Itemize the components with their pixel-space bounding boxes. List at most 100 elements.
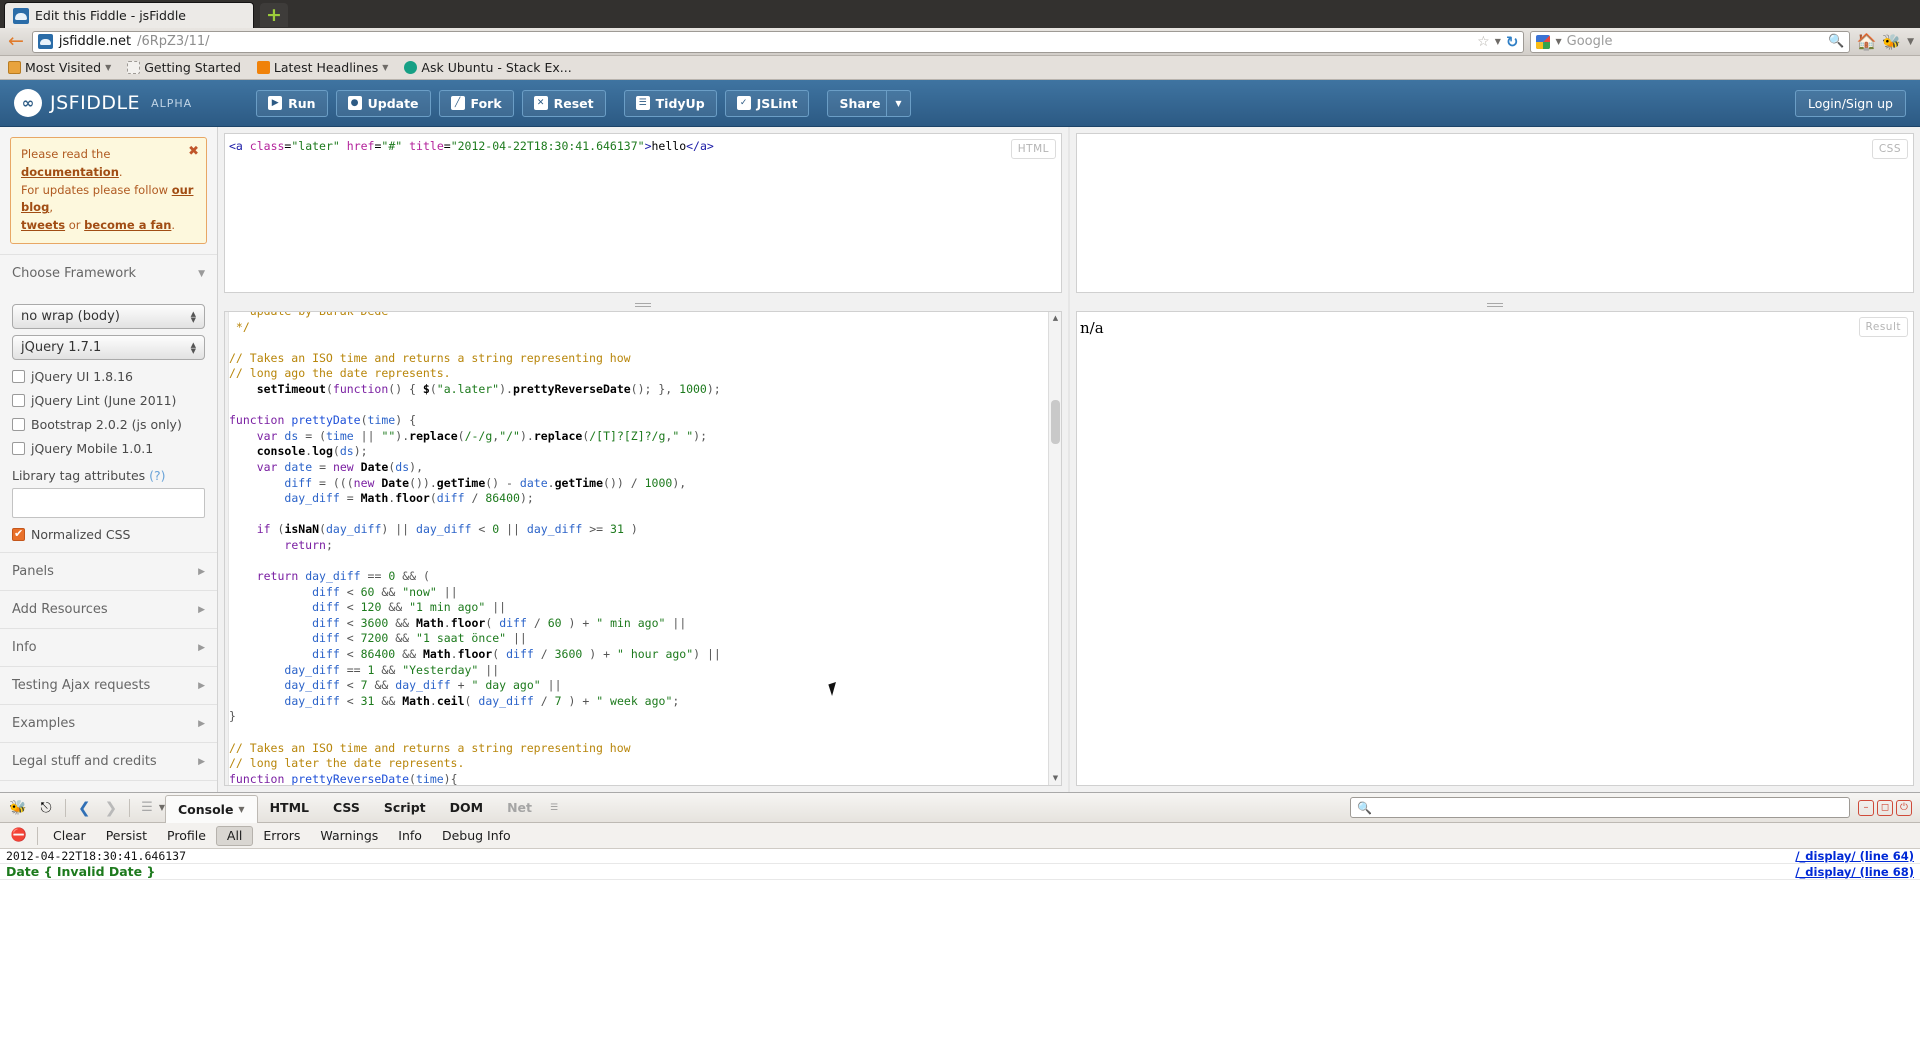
scroll-up-icon[interactable]: ▲ [1049, 312, 1061, 325]
css-code[interactable] [1077, 134, 1913, 139]
tab-net[interactable]: Net [495, 795, 544, 821]
back-arrow-icon[interactable]: ← [6, 32, 26, 51]
javascript-editor-pane[interactable]: * update by Burak Dede */ // Takes an IS… [224, 311, 1062, 786]
help-icon[interactable]: (?) [149, 468, 165, 483]
login-signup-button[interactable]: Login/Sign up [1794, 89, 1906, 117]
url-bar[interactable]: jsfiddle.net /6RpZ3/11/ ☆ ▼ ↻ [31, 30, 1525, 53]
console-filter-info[interactable]: Info [388, 826, 432, 846]
bookmark-most-visited[interactable]: Most Visited ▼ [8, 60, 111, 75]
documentation-link[interactable]: documentation [21, 165, 119, 179]
html-editor-pane[interactable]: HTML <a class="later" href="#" title="20… [224, 133, 1062, 293]
console-log-row[interactable]: 2012-04-22T18:30:41.646137 /_display/ (l… [0, 849, 1920, 864]
log-source-link[interactable]: /_display/ (line 64) [1795, 849, 1914, 863]
javascript-code[interactable]: * update by Burak Dede */ // Takes an IS… [225, 312, 1061, 785]
new-tab-button[interactable]: + [260, 3, 288, 27]
html-code[interactable]: <a class="later" href="#" title="2012-04… [225, 134, 1061, 155]
reload-icon[interactable]: ↻ [1506, 33, 1519, 51]
checkbox-jquery-mobile[interactable]: jQuery Mobile 1.0.1 [12, 441, 205, 456]
back-arrow-icon[interactable]: ❮ [71, 799, 98, 817]
css-editor-pane[interactable]: CSS [1076, 133, 1914, 293]
power-icon[interactable]: ⏻ [1896, 799, 1912, 816]
minimize-icon[interactable]: – [1858, 799, 1874, 816]
break-on-error-icon[interactable]: ⛔ [6, 828, 32, 843]
forward-arrow-icon[interactable]: ❯ [98, 799, 125, 817]
run-button[interactable]: ▶ Run [256, 89, 328, 117]
firebug-toolbar: 🐝 ⎋ ❮ ❯ ☰ ▼ Console ▼ HTML CSS Script DO… [0, 793, 1920, 823]
resize-grip-icon[interactable]: ☰ [550, 803, 558, 812]
browser-tab[interactable]: Edit this Fiddle - jsFiddle [4, 2, 254, 28]
console-filter-debug-info[interactable]: Debug Info [432, 826, 521, 846]
console-profile-button[interactable]: Profile [157, 826, 216, 846]
url-host: jsfiddle.net [58, 34, 132, 49]
checkbox-normalized-css[interactable]: Normalized CSS [12, 527, 205, 542]
checkbox-icon[interactable] [12, 418, 25, 432]
close-icon[interactable]: ✖ [188, 142, 199, 162]
firebug-icon[interactable]: 🐝 [1882, 33, 1901, 51]
checkbox-icon[interactable] [12, 370, 25, 384]
search-engine-chevron-icon[interactable]: ▼ [1555, 37, 1561, 46]
wrap-select[interactable]: no wrap (body) ▲ ▼ [12, 304, 205, 330]
library-tag-attributes-input[interactable] [12, 488, 205, 519]
become-a-fan-link[interactable]: become a fan [84, 218, 171, 232]
checkbox-icon[interactable] [12, 527, 25, 542]
search-input[interactable]: Google [1567, 34, 1613, 49]
tidyup-button[interactable]: ☰ TidyUp [623, 89, 717, 117]
firebug-search-input[interactable]: 🔍 [1350, 797, 1850, 818]
detach-icon[interactable]: ◻ [1877, 799, 1893, 816]
scroll-down-icon[interactable]: ▼ [1049, 772, 1061, 785]
bookmark-getting-started[interactable]: Getting Started [127, 60, 241, 75]
checkbox-jquery-lint[interactable]: jQuery Lint (June 2011) [12, 393, 205, 408]
chevron-down-icon[interactable]: ▼ [238, 805, 244, 814]
firebug-logo-icon[interactable]: 🐝 [4, 796, 32, 820]
javascript-scrollbar[interactable]: ▲ ▼ [1048, 312, 1061, 785]
fork-button[interactable]: ╱ Fork [438, 89, 514, 117]
update-button[interactable]: ● Update [335, 89, 431, 117]
console-filter-errors[interactable]: Errors [253, 826, 310, 846]
checkbox-icon[interactable] [12, 442, 25, 456]
bookmark-star-icon[interactable]: ☆ [1477, 34, 1490, 50]
jsfiddle-logo[interactable]: ∞ JSFIDDLE ALPHA [14, 89, 192, 117]
bookmark-latest-headlines[interactable]: Latest Headlines ▼ [256, 60, 388, 75]
search-icon[interactable]: 🔍 [1828, 34, 1844, 49]
chevron-down-icon[interactable]: ▼ [886, 90, 909, 116]
sidebar-item-info[interactable]: Info ▶ [0, 628, 217, 666]
bookmark-ask-ubuntu[interactable]: Ask Ubuntu - Stack Ex... [404, 60, 572, 75]
tab-dom[interactable]: DOM [438, 795, 495, 821]
inspect-element-icon[interactable]: ⎋ [32, 796, 60, 820]
tab-console[interactable]: Console ▼ [164, 794, 258, 823]
sidebar-item-testing-ajax[interactable]: Testing Ajax requests ▶ [0, 666, 217, 704]
library-select[interactable]: jQuery 1.7.1 ▲ ▼ [12, 335, 205, 361]
sidebar-item-legal[interactable]: Legal stuff and credits ▶ [0, 742, 217, 780]
tweets-link[interactable]: tweets [21, 218, 65, 232]
sidebar-item-add-resources[interactable]: Add Resources ▶ [0, 590, 217, 628]
search-bar[interactable]: ▼ Google 🔍 [1530, 30, 1851, 53]
reset-button[interactable]: ✕ Reset [521, 89, 606, 117]
tab-html[interactable]: HTML [258, 795, 321, 821]
scrollbar-thumb[interactable] [1051, 400, 1060, 444]
checkbox-icon[interactable] [12, 394, 25, 408]
console-filter-warnings[interactable]: Warnings [310, 826, 388, 846]
checkbox-bootstrap[interactable]: Bootstrap 2.0.2 (js only) [12, 417, 205, 432]
tab-script[interactable]: Script [372, 795, 438, 821]
home-icon[interactable]: 🏠 [1856, 32, 1876, 51]
log-source-link[interactable]: /_display/ (line 68) [1795, 865, 1914, 879]
sidebar-item-panels[interactable]: Panels ▶ [0, 552, 217, 590]
share-button[interactable]: Share ▼ [827, 89, 911, 117]
site-identity-icon [37, 34, 53, 49]
chevron-down-icon[interactable]: ▼ [1495, 37, 1501, 46]
jslint-button[interactable]: ✓ JSLint [724, 89, 810, 117]
horizontal-splitter-right[interactable] [1070, 299, 1920, 311]
toolbar-overflow-chevron-icon[interactable]: ▼ [1907, 37, 1914, 47]
tab-css[interactable]: CSS [321, 795, 372, 821]
horizontal-splitter[interactable] [218, 299, 1068, 311]
console-log-row[interactable]: Date { Invalid Date } /_display/ (line 6… [0, 864, 1920, 880]
sidebar-item-examples[interactable]: Examples ▶ [0, 704, 217, 742]
menu-lines-icon[interactable]: ☰ [135, 800, 159, 815]
console-filter-all[interactable]: All [215, 825, 254, 846]
checkbox-jquery-ui[interactable]: jQuery UI 1.8.16 [12, 369, 205, 384]
jsfiddle-logo-icon: ∞ [14, 89, 42, 117]
result-pane[interactable]: Result n/a [1076, 311, 1914, 786]
console-clear-button[interactable]: Clear [43, 826, 96, 846]
console-persist-button[interactable]: Persist [96, 826, 157, 846]
choose-framework-header[interactable]: Choose Framework ▼ [0, 254, 217, 292]
